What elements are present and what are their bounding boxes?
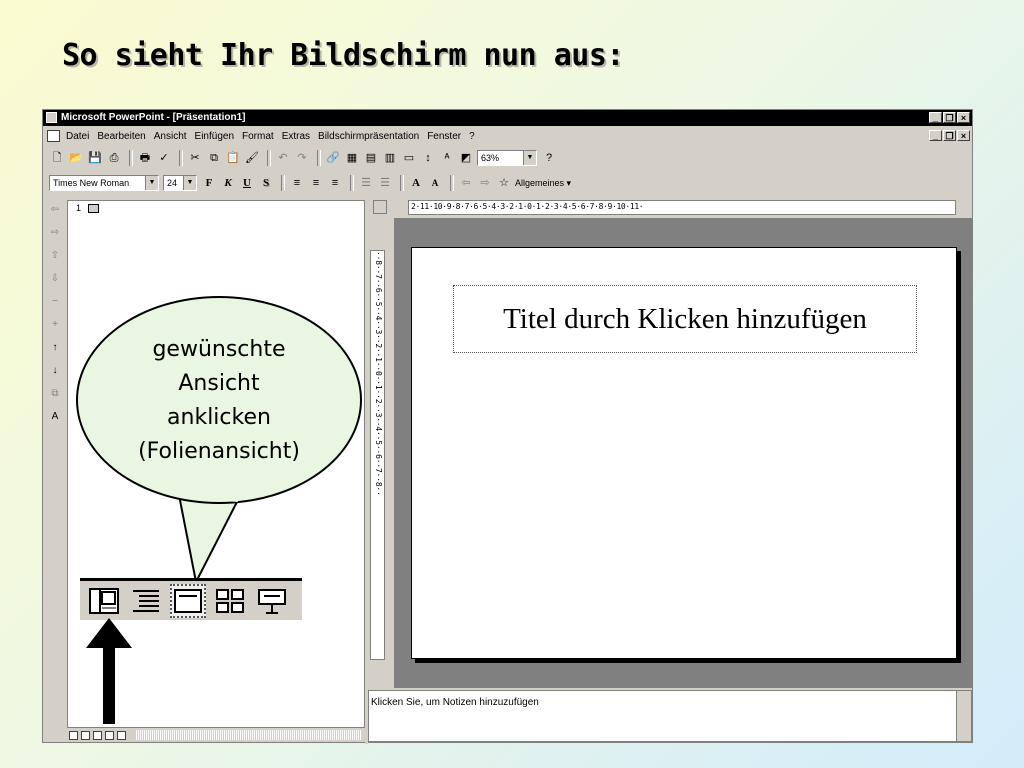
normal-view-icon[interactable] bbox=[86, 584, 122, 618]
slide-view-icon[interactable] bbox=[170, 583, 206, 618]
outline-view-icon[interactable] bbox=[128, 584, 164, 618]
pointer-arrow bbox=[86, 618, 132, 724]
enlarged-view-buttons bbox=[80, 578, 302, 620]
slideshow-icon[interactable] bbox=[254, 584, 290, 618]
slide-sorter-icon[interactable] bbox=[212, 584, 248, 618]
